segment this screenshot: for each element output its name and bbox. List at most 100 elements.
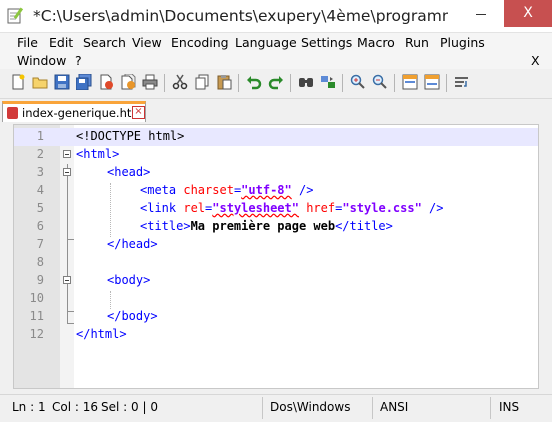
status-column: Col : 16: [52, 400, 98, 414]
code-line: 11 </body>: [14, 308, 538, 326]
line-number: 8: [36, 255, 44, 269]
code-attr: rel: [183, 201, 206, 215]
code-tag: />: [291, 183, 314, 197]
code-line: 10: [14, 290, 538, 308]
fold-toggle-icon[interactable]: [63, 276, 71, 284]
code-tag: <link: [140, 201, 184, 215]
unsaved-file-icon: [7, 107, 18, 119]
menu-bar: File Edit Search View Encoding Language …: [0, 33, 552, 69]
paste-icon[interactable]: [216, 74, 232, 90]
code-tag: </title>: [335, 219, 393, 233]
status-bar: Ln : 1 Col : 16 Sel : 0 | 0 Dos\Windows …: [0, 394, 552, 422]
toolbar-separator: [290, 74, 291, 92]
find-icon[interactable]: [298, 74, 314, 90]
tab-index-generique[interactable]: index-generique.htm ×: [2, 101, 146, 122]
line-number: 5: [36, 201, 44, 215]
undo-icon[interactable]: [246, 74, 262, 90]
line-number: 6: [36, 219, 44, 233]
sync-vertical-icon[interactable]: [402, 74, 418, 90]
code-line: 4 <meta charset="utf-8" />: [14, 182, 538, 200]
notepadpp-app-icon: [7, 7, 24, 24]
redo-icon[interactable]: [268, 74, 284, 90]
menu-plugins[interactable]: Plugins: [440, 35, 485, 50]
toolbar: [0, 69, 552, 99]
code-text: <link rel="stylesheet" href="style.css" …: [140, 201, 444, 215]
fold-toggle-icon[interactable]: [63, 168, 71, 176]
notepad-window: *C:\Users\admin\Documents\exupery\4ème\p…: [0, 0, 552, 422]
save-all-icon[interactable]: [76, 74, 92, 90]
status-selection: Sel : 0 | 0: [101, 400, 158, 414]
line-number: 10: [29, 291, 44, 305]
replace-icon[interactable]: [320, 74, 336, 90]
code-tag: />: [421, 201, 444, 215]
menu-settings[interactable]: Settings: [301, 35, 352, 50]
status-eol: Dos\Windows: [270, 400, 351, 414]
close-window-button[interactable]: X: [504, 0, 552, 27]
copy-icon[interactable]: [194, 74, 210, 90]
code-line: 5 <link rel="stylesheet" href="style.css…: [14, 200, 538, 218]
minimize-button[interactable]: [459, 0, 504, 27]
code-content: Ma première page web: [190, 219, 336, 233]
code-line: 2 <html>: [14, 146, 538, 164]
code-attr: charset: [183, 183, 234, 197]
close-all-icon[interactable]: [120, 74, 136, 90]
menu-run[interactable]: Run: [405, 35, 429, 50]
close-document-button[interactable]: X: [531, 53, 540, 68]
code-tag: <meta: [140, 183, 184, 197]
sync-horizontal-icon[interactable]: [424, 74, 440, 90]
code-text: <html>: [76, 147, 120, 161]
code-line: 7 </head>: [14, 236, 538, 254]
status-encoding: ANSI: [380, 400, 409, 414]
zoom-in-icon[interactable]: [350, 74, 366, 90]
fold-toggle-icon[interactable]: [63, 150, 71, 158]
line-number: 11: [29, 309, 44, 323]
tab-close-icon[interactable]: ×: [132, 106, 145, 119]
menu-encoding[interactable]: Encoding: [171, 35, 229, 50]
menu-language[interactable]: Language: [235, 35, 297, 50]
code-text: </body>: [107, 309, 158, 323]
code-editor[interactable]: 1 <!DOCTYPE html> 2 <html> 3 <head> 4 <m…: [13, 124, 539, 389]
code-tag: <title>: [140, 219, 191, 233]
code-line: 6 <title>Ma première page web</title>: [14, 218, 538, 236]
code-text: <!DOCTYPE html>: [76, 129, 185, 143]
code-text: </html>: [76, 327, 127, 341]
line-number: 12: [29, 327, 44, 341]
close-icon[interactable]: [98, 74, 114, 90]
zoom-out-icon[interactable]: [372, 74, 388, 90]
toolbar-separator: [164, 74, 165, 92]
menu-search[interactable]: Search: [83, 35, 126, 50]
toolbar-separator: [446, 74, 447, 92]
save-icon[interactable]: [54, 74, 70, 90]
menu-window[interactable]: Window: [17, 53, 66, 68]
new-file-icon[interactable]: [10, 74, 26, 90]
status-line: Ln : 1: [12, 400, 46, 414]
status-separator: [262, 397, 263, 419]
open-file-icon[interactable]: [32, 74, 48, 90]
print-icon[interactable]: [142, 74, 158, 90]
line-number: 3: [36, 165, 44, 179]
status-separator: [490, 397, 491, 419]
code-line: 12 </html>: [14, 326, 538, 344]
tab-bar: index-generique.htm ×: [0, 99, 552, 124]
code-text: <title>Ma première page web</title>: [140, 219, 393, 233]
code-text: <head>: [107, 165, 151, 179]
code-line: 9 <body>: [14, 272, 538, 290]
code-attr: href: [298, 201, 336, 215]
menu-edit[interactable]: Edit: [49, 35, 73, 50]
menu-file[interactable]: File: [17, 35, 38, 50]
status-separator: [372, 397, 373, 419]
menu-view[interactable]: View: [132, 35, 162, 50]
code-line: 8: [14, 254, 538, 272]
menu-macro[interactable]: Macro: [357, 35, 395, 50]
code-value: "stylesheet": [212, 201, 299, 215]
cut-icon[interactable]: [172, 74, 188, 90]
code-text: </head>: [107, 237, 158, 251]
line-number: 9: [36, 273, 44, 287]
line-number: 2: [36, 147, 44, 161]
tab-label: index-generique.htm: [22, 106, 143, 120]
code-line: 1 <!DOCTYPE html>: [14, 128, 538, 146]
word-wrap-icon[interactable]: [454, 74, 470, 90]
code-text: <body>: [107, 273, 151, 287]
title-bar: *C:\Users\admin\Documents\exupery\4ème\p…: [0, 0, 552, 33]
menu-help[interactable]: ?: [75, 53, 82, 68]
